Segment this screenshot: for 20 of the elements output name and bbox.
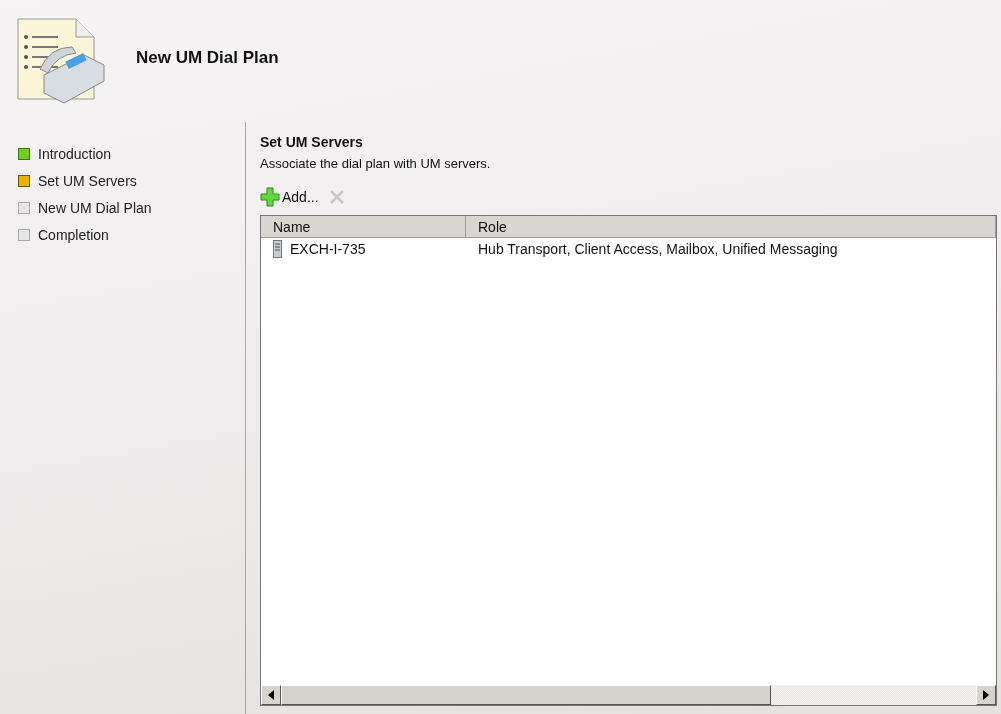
- scrollbar-thumb[interactable]: [281, 685, 771, 705]
- step-label: Introduction: [38, 146, 112, 162]
- column-header[interactable]: Name: [261, 216, 466, 237]
- left-arrow-icon: [268, 690, 274, 700]
- table-cell: Hub Transport, Client Access, Mailbox, Unified Messaging: [478, 241, 838, 257]
- right-arrow-icon: [983, 690, 989, 700]
- scroll-right-button[interactable]: [976, 685, 996, 705]
- server-icon: [273, 240, 282, 258]
- table-cell: EXCH-I-735: [290, 241, 366, 257]
- section-title: Set UM Servers: [260, 134, 364, 150]
- column-header[interactable]: Role: [466, 216, 996, 237]
- step-label: Completion: [38, 227, 109, 243]
- wizard-title: New UM Dial Plan: [136, 48, 279, 68]
- step-label: Set UM Servers: [38, 173, 137, 189]
- horizontal-scrollbar[interactable]: [261, 685, 996, 705]
- add-button[interactable]: Add...: [260, 187, 319, 207]
- plus-icon: [260, 187, 280, 207]
- step-label: New UM Dial Plan: [38, 200, 152, 216]
- section-description: Associate the dial plan with UM servers.: [260, 156, 492, 171]
- scroll-left-button[interactable]: [261, 685, 281, 705]
